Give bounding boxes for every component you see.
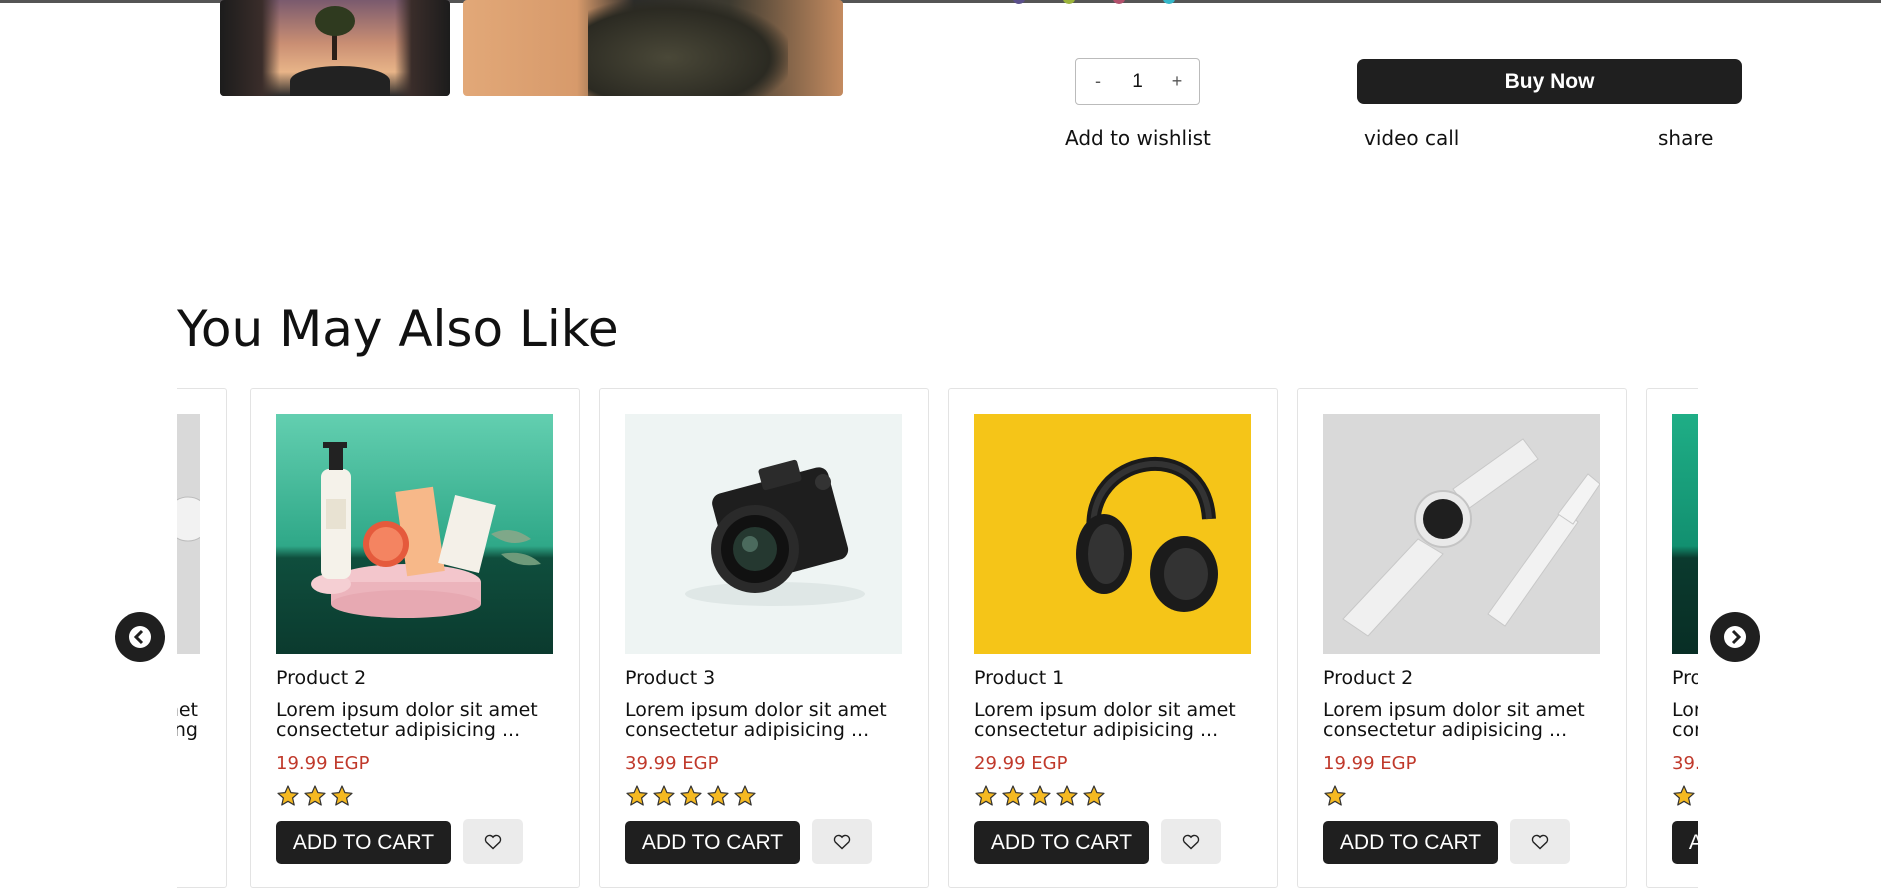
add-to-cart-button[interactable]: ADD TO CART (625, 821, 800, 864)
product-name[interactable]: Product 2 (1323, 667, 1413, 689)
product-name[interactable]: Product 3 (1672, 667, 1698, 689)
product-description: Lorem ipsum dolor sit amet consectetur a… (625, 700, 887, 740)
product-card: Product 3 Lorem ipsum dolor sit amet con… (1646, 388, 1698, 888)
heart-icon (1182, 834, 1200, 849)
wishlist-button[interactable] (812, 819, 872, 864)
product-price: 39.99 EGP (625, 753, 719, 774)
gallery-thumbnail[interactable] (463, 0, 843, 96)
decrement-button[interactable]: - (1088, 71, 1108, 92)
chevron-right-icon (1724, 626, 1746, 648)
star-icon (1029, 785, 1051, 806)
add-to-cart-button[interactable]: ADD TO CART (1672, 821, 1698, 864)
product-carousel: Lorem ipsum dolor sit amet consectetur a… (177, 386, 1698, 892)
product-price: 19.99 EGP (1323, 753, 1417, 774)
video-call-link[interactable]: video call (1364, 126, 1459, 150)
product-description: Lorem ipsum dolor sit amet consectetur a… (974, 700, 1236, 740)
quantity-value[interactable]: 1 (1132, 71, 1143, 93)
product-card: Product 1 Lorem ipsum dolor sit amet con… (948, 388, 1278, 888)
star-icon (1324, 785, 1346, 806)
star-icon (680, 785, 702, 806)
buy-now-button[interactable]: Buy Now (1357, 59, 1742, 104)
wishlist-button[interactable] (1510, 819, 1570, 864)
star-icon (626, 785, 648, 806)
product-price: 39.99 EGP (1672, 753, 1698, 774)
star-icon (975, 785, 997, 806)
star-icon (1083, 785, 1105, 806)
product-card: Product 3 Lorem ipsum dolor sit amet con… (599, 388, 929, 888)
carousel-prev-button[interactable] (115, 612, 165, 662)
carousel-next-button[interactable] (1710, 612, 1760, 662)
product-description: Lorem ipsum dolor sit amet consectetur a… (1672, 700, 1698, 740)
heart-icon (1531, 834, 1549, 849)
rating-stars (1323, 784, 1347, 808)
star-icon (734, 785, 756, 806)
color-swatch[interactable] (1013, 0, 1025, 4)
add-to-cart-button[interactable]: ADD TO CART (1323, 821, 1498, 864)
product-image[interactable] (276, 414, 553, 654)
star-icon (331, 785, 353, 806)
rating-stars (1672, 784, 1696, 808)
product-image[interactable] (177, 414, 200, 654)
product-image[interactable] (1323, 414, 1600, 654)
color-swatch[interactable] (1063, 0, 1075, 4)
product-price: 19.99 EGP (276, 753, 370, 774)
chevron-left-icon (129, 626, 151, 648)
product-description: Lorem ipsum dolor sit amet consectetur a… (177, 700, 198, 740)
wishlist-button[interactable] (1161, 819, 1221, 864)
product-name[interactable]: Product 2 (276, 667, 366, 689)
product-description: Lorem ipsum dolor sit amet consectetur a… (1323, 700, 1585, 740)
product-image[interactable] (1672, 414, 1698, 654)
section-title: You May Also Like (177, 300, 619, 358)
star-icon (653, 785, 675, 806)
product-price: 29.99 EGP (974, 753, 1068, 774)
product-card: Product 2 Lorem ipsum dolor sit amet con… (1297, 388, 1627, 888)
add-to-cart-button[interactable]: ADD TO CART (276, 821, 451, 864)
rating-stars (276, 784, 354, 808)
product-description: Lorem ipsum dolor sit amet consectetur a… (276, 700, 538, 740)
add-to-wishlist-link[interactable]: Add to wishlist (1065, 126, 1211, 150)
gallery-thumbnail[interactable] (220, 0, 450, 96)
color-swatch[interactable] (1113, 0, 1125, 4)
rating-stars (625, 784, 757, 808)
rating-stars (974, 784, 1106, 808)
product-name[interactable]: Product 3 (625, 667, 715, 689)
star-icon (304, 785, 326, 806)
product-image[interactable] (974, 414, 1251, 654)
product-name[interactable]: Product 1 (974, 667, 1064, 689)
color-swatch[interactable] (1163, 0, 1175, 4)
product-card: Lorem ipsum dolor sit amet consectetur a… (177, 388, 227, 888)
increment-button[interactable]: + (1167, 71, 1187, 92)
star-icon (1002, 785, 1024, 806)
product-image[interactable] (625, 414, 902, 654)
star-icon (277, 785, 299, 806)
share-link[interactable]: share (1658, 126, 1713, 150)
star-icon (1056, 785, 1078, 806)
heart-icon (833, 834, 851, 849)
star-icon (1673, 785, 1695, 806)
heart-icon (484, 834, 502, 849)
wishlist-button[interactable] (463, 819, 523, 864)
product-card: Product 2 Lorem ipsum dolor sit amet con… (250, 388, 580, 888)
quantity-stepper: - 1 + (1075, 58, 1200, 105)
star-icon (707, 785, 729, 806)
add-to-cart-button[interactable]: ADD TO CART (974, 821, 1149, 864)
